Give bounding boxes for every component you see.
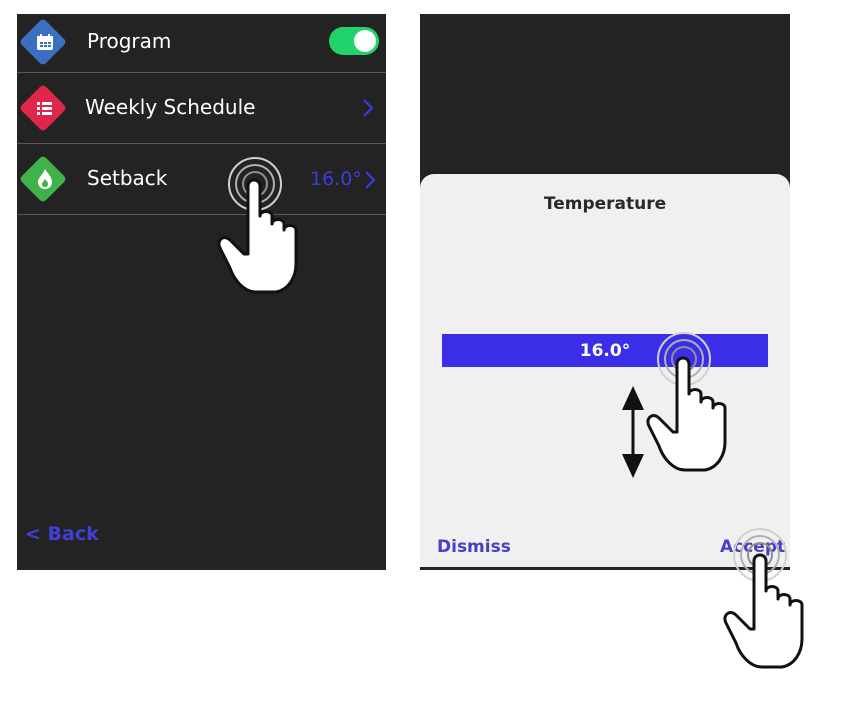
swipe-up-down-icon — [622, 386, 644, 478]
gesture-overlay — [217, 157, 804, 669]
pointing-hand-icon — [217, 178, 298, 294]
pointing-hand-icon — [723, 553, 804, 669]
pointing-hand-icon — [646, 356, 727, 472]
